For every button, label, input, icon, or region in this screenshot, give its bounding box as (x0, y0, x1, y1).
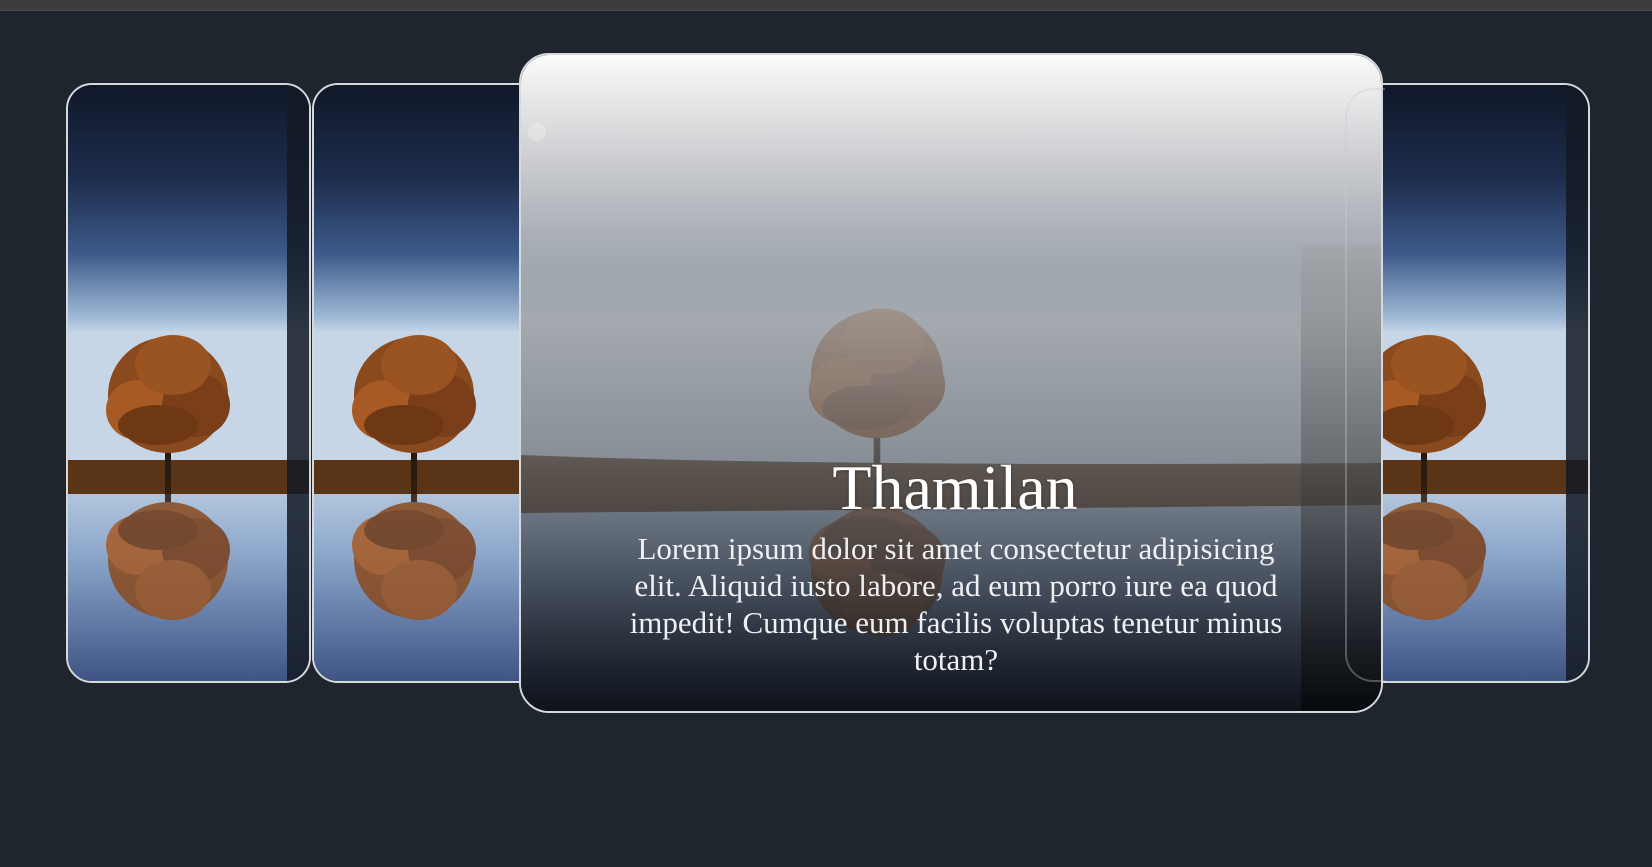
slide-edge-shadow (287, 85, 309, 681)
slide-caption: Thamilan Lorem ipsum dolor sit amet cons… (521, 452, 1381, 678)
slide-description: Lorem ipsum dolor sit amet consectetur a… (629, 531, 1283, 677)
carousel-slide-1[interactable] (66, 83, 311, 683)
carousel-slide-active[interactable]: Thamilan Lorem ipsum dolor sit amet cons… (519, 53, 1383, 713)
slide-edge-shadow (1566, 85, 1588, 681)
top-bar (0, 0, 1652, 11)
stacked-slide-edge (1345, 88, 1385, 682)
lake-tree-image (68, 85, 309, 681)
slide-title: Thamilan (832, 452, 1078, 523)
indicator-dot (528, 123, 546, 141)
